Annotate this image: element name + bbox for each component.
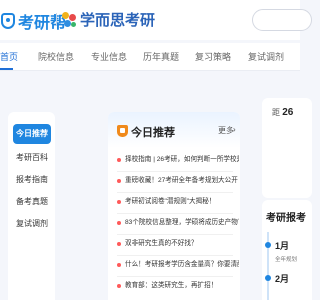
nav-item-past-exams[interactable]: 历年真题 <box>143 50 179 63</box>
countdown-prefix: 距 <box>272 108 280 117</box>
today-recommend-card: 今日推荐 更多 › 择校指南 | 26考研，如何判断一所学校是否... 重磅收藏… <box>108 112 240 300</box>
timeline-dot-icon <box>265 242 271 248</box>
news-title: 重磅收藏！27考研全年备考规划大公开！ <box>125 177 239 184</box>
xueersi-logo-icon <box>61 11 77 29</box>
xueersi-logo[interactable]: 学而思考研 <box>61 9 155 30</box>
side-item-application-guide[interactable]: 报考指南 <box>13 170 51 190</box>
bullet-dot-icon <box>117 284 121 288</box>
search-input[interactable] <box>252 9 312 31</box>
main-nav: 首页 院校信息 专业信息 历年真题 复习策略 复试调剂 <box>0 43 300 71</box>
divider <box>117 276 233 277</box>
side-item-today-recommend[interactable]: 今日推荐 <box>13 124 51 144</box>
bullet-dot-icon <box>117 200 121 204</box>
news-title: 什么！考研报考学历含金量高？你要清醒一... <box>125 261 239 268</box>
nav-item-college-info[interactable]: 院校信息 <box>38 50 74 63</box>
news-title: 83个院校信息整理，学硕将成历史产物？ <box>125 219 239 226</box>
recommend-icon <box>117 125 128 137</box>
bullet-dot-icon <box>117 242 121 246</box>
countdown-text: 距 26 <box>272 107 293 118</box>
card-title: 今日推荐 <box>131 127 175 139</box>
nav-item-home[interactable]: 首页 <box>0 50 18 63</box>
side-menu: 今日推荐 考研百科 报考指南 备考真题 复试调剂 <box>8 112 55 300</box>
side-item-encyclopedia[interactable]: 考研百科 <box>13 148 51 168</box>
divider <box>117 255 233 256</box>
timeline-desc: 全年规划 <box>275 257 298 263</box>
card-header: 今日推荐 更多 › <box>108 112 240 148</box>
logo-divider <box>56 13 57 26</box>
side-item-retest[interactable]: 复试调剂 <box>13 214 51 234</box>
nav-item-review-strategy[interactable]: 复习策略 <box>195 50 231 63</box>
news-item[interactable]: 考研初试阅卷"潜规则"大揭秘！ <box>117 196 239 210</box>
top-header: 考研帮 学而思考研 <box>0 0 312 40</box>
news-title: 教育部：这类研究生，再扩招！ <box>125 282 218 289</box>
news-item[interactable]: 择校指南 | 26考研，如何判断一所学校是否... <box>117 154 239 168</box>
more-link[interactable]: 更多 <box>218 125 234 136</box>
news-item[interactable]: 83个院校信息整理，学硕将成历史产物？ <box>117 217 239 231</box>
nav-item-retest-adjustment[interactable]: 复试调剂 <box>248 50 284 63</box>
exam-countdown-card: 距 26 <box>262 98 312 198</box>
news-item[interactable]: 重磅收藏！27考研全年备考规划大公开！ <box>117 175 239 189</box>
bullet-dot-icon <box>117 263 121 267</box>
news-item[interactable]: 教育部：这类研究生，再扩招！ <box>117 280 239 294</box>
divider <box>117 192 233 193</box>
kaoyanbang-logo-text: 考研帮 <box>18 15 67 32</box>
bullet-dot-icon <box>117 221 121 225</box>
news-title: 双非研究生真的不好找？ <box>125 240 198 247</box>
kaoyanbang-logo-icon <box>1 13 15 29</box>
divider <box>117 171 233 172</box>
news-item[interactable]: 什么！考研报考学历含金量高？你要清醒一... <box>117 259 239 273</box>
timeline-dot-icon <box>265 275 271 281</box>
divider <box>117 213 233 214</box>
nav-item-major-info[interactable]: 专业信息 <box>91 50 127 63</box>
nav-active-underline <box>0 68 13 70</box>
side-item-exam-papers[interactable]: 备考真题 <box>13 192 51 212</box>
exam-calendar-card: 考研报考 1月 全年规划 2月 <box>262 200 312 300</box>
chevron-right-icon[interactable]: › <box>233 125 236 134</box>
divider <box>117 234 233 235</box>
timeline-month[interactable]: 1月 <box>275 239 289 252</box>
xueersi-logo-text: 学而思考研 <box>80 12 156 29</box>
news-title: 择校指南 | 26考研，如何判断一所学校是否... <box>125 156 239 163</box>
bullet-dot-icon <box>117 179 121 183</box>
news-item[interactable]: 双非研究生真的不好找？ <box>117 238 239 252</box>
timeline-month[interactable]: 2月 <box>275 272 289 285</box>
bullet-dot-icon <box>117 158 121 162</box>
calendar-title: 考研报考 <box>266 213 306 224</box>
news-title: 考研初试阅卷"潜规则"大揭秘！ <box>125 198 216 205</box>
countdown-value: 26 <box>282 107 294 118</box>
